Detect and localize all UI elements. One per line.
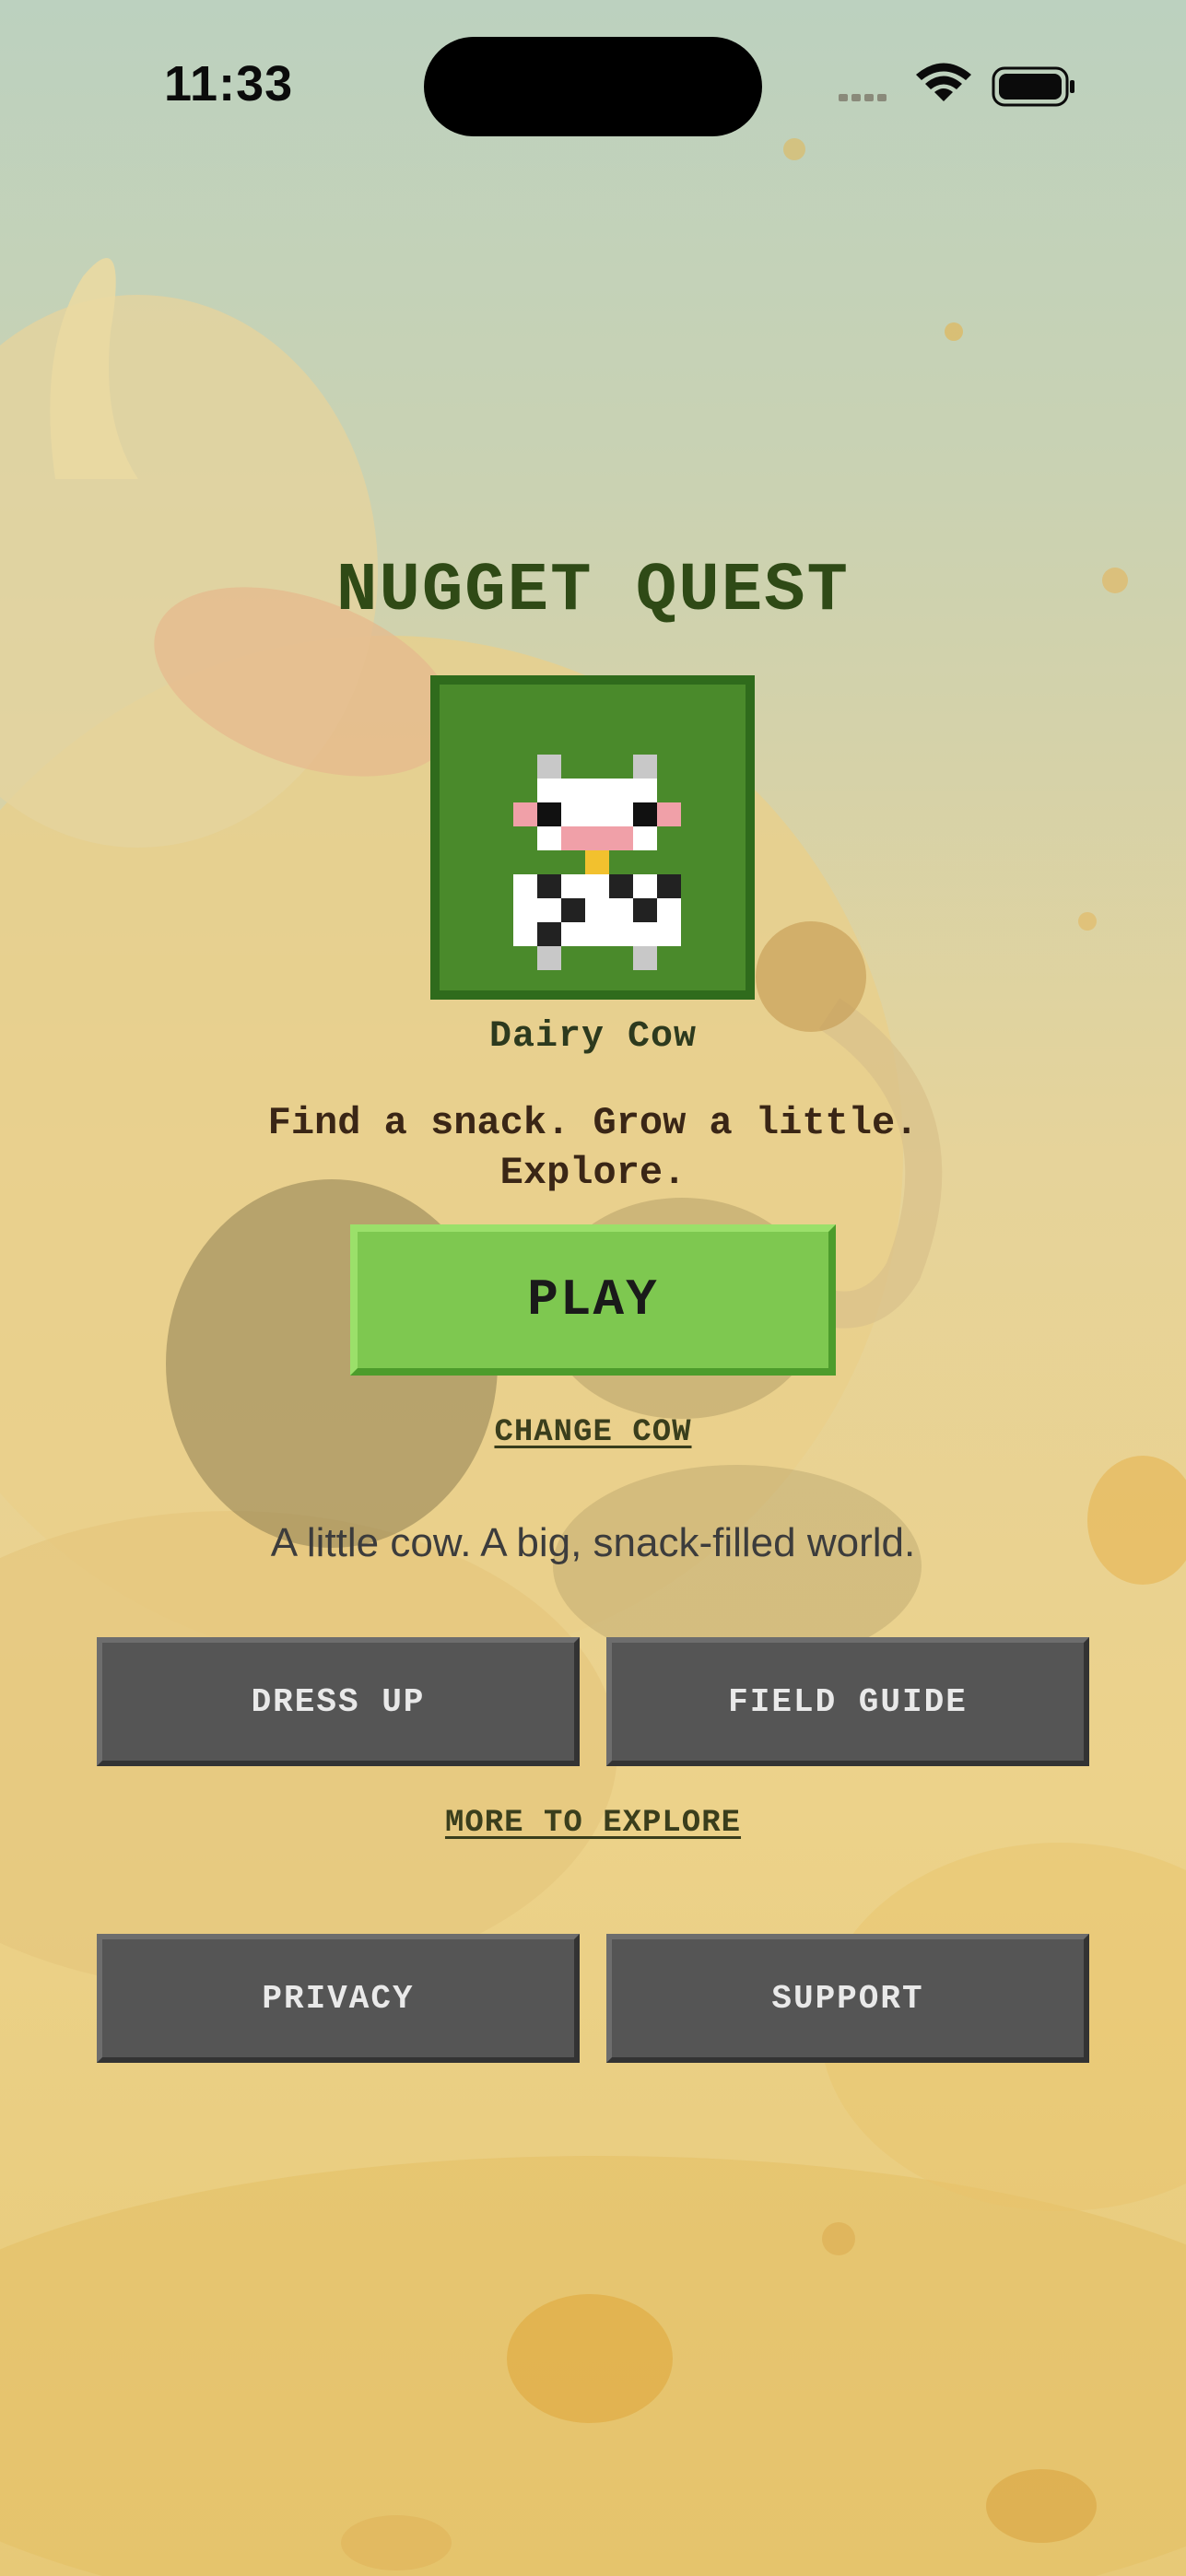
tagline: Find a snack. Grow a little. Explore. [267,1101,919,1195]
signal-icon [839,94,887,101]
battery-icon [992,66,1074,107]
dynamic-island [424,37,762,136]
cow-portrait [430,675,755,1000]
support-button[interactable]: SUPPORT [606,1934,1089,2063]
play-button[interactable]: PLAY [350,1224,836,1376]
status-bar: 11:33 [0,0,1186,175]
status-time: 11:33 [164,56,294,111]
cow-name: Dairy Cow [488,1016,698,1058]
more-to-explore-link[interactable]: MORE TO EXPLORE [0,1806,1186,1841]
game-title: NUGGET QUEST [336,553,850,630]
subtitle: A little cow. A big, snack-filled world. [270,1520,916,1565]
pixel-cow-icon [513,755,681,970]
dress-up-button[interactable]: DRESS UP [97,1637,580,1766]
privacy-button[interactable]: PRIVACY [97,1934,580,2063]
wifi-icon [916,63,971,101]
field-guide-button[interactable]: FIELD GUIDE [606,1637,1089,1766]
change-cow-link[interactable]: CHANGE COW [0,1415,1186,1450]
